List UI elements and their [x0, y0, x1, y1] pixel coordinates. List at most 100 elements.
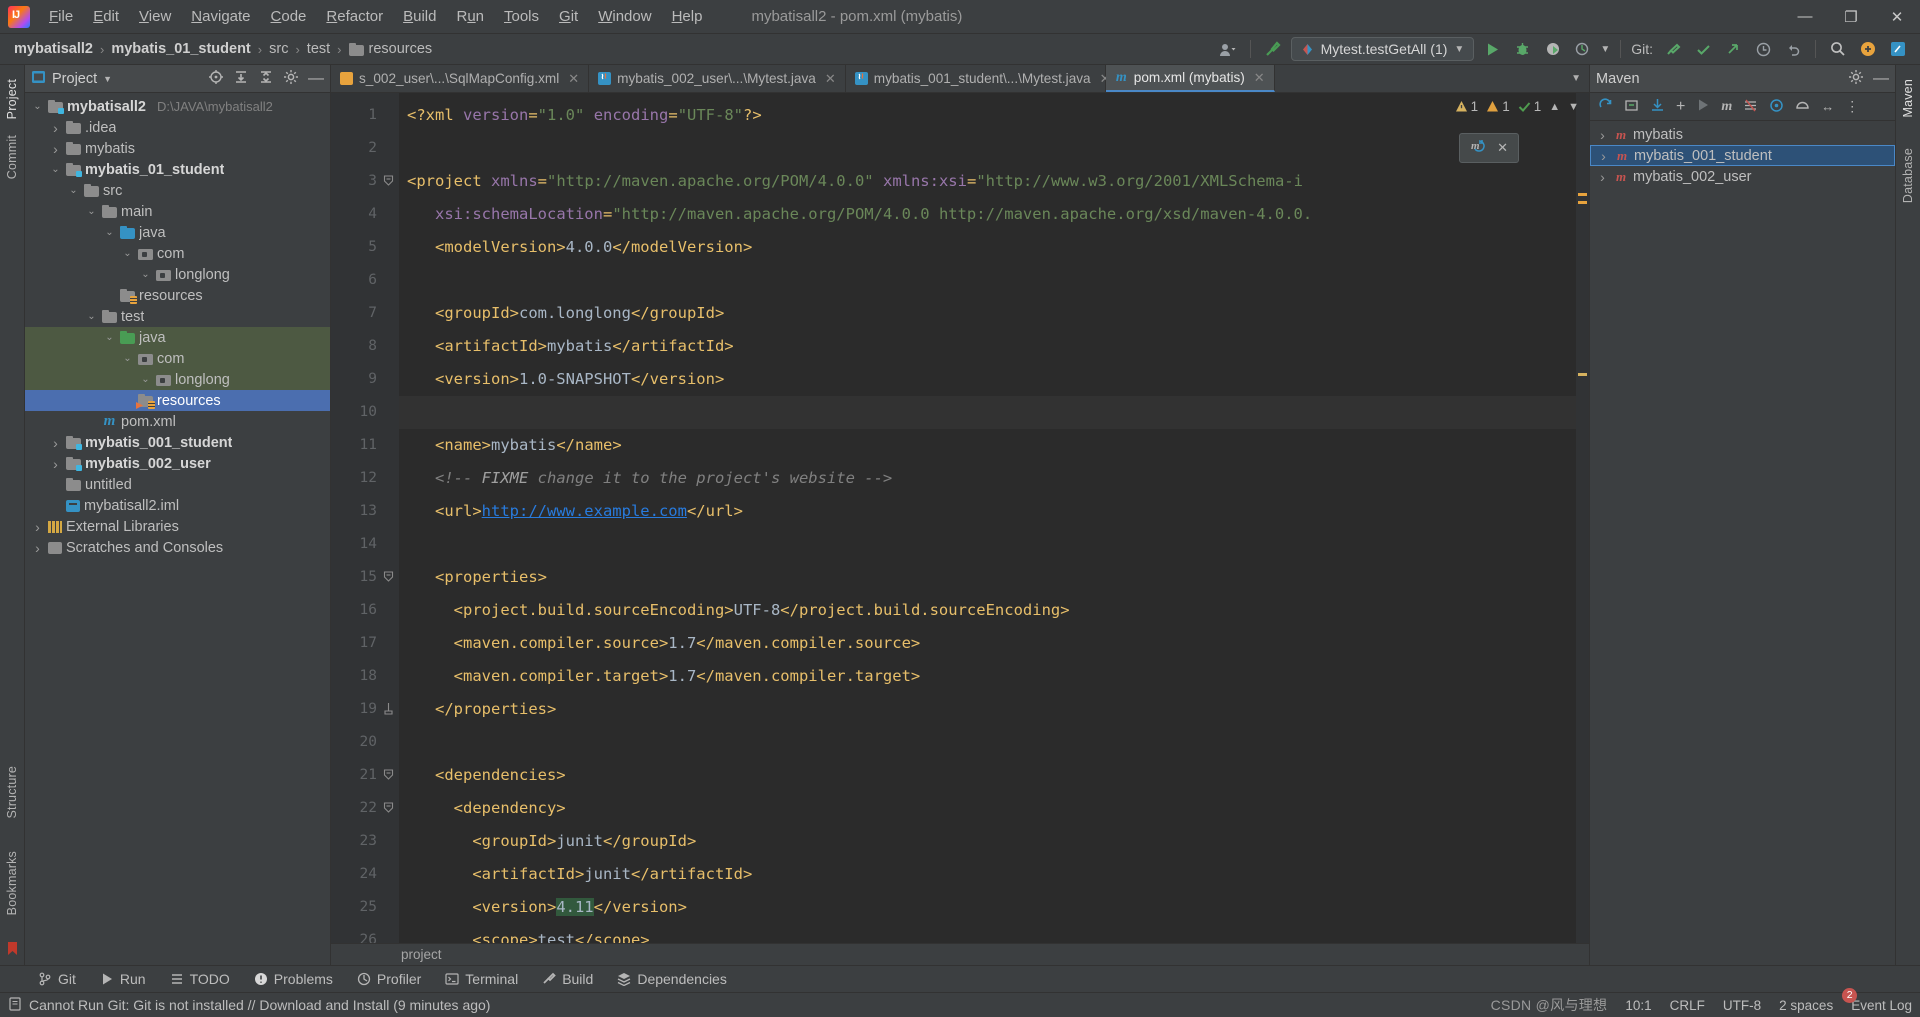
breadcrumb-item-0[interactable]: mybatisall2: [10, 39, 97, 59]
warning-badge[interactable]: 1: [1455, 99, 1478, 114]
push-icon[interactable]: [1721, 37, 1745, 61]
bookmarks-icon[interactable]: [6, 935, 19, 965]
code-line[interactable]: <project xmlns="http://maven.apache.org/…: [399, 165, 1589, 198]
code-line[interactable]: <!-- FIXME change it to the project's we…: [399, 462, 1589, 495]
tree-node-java[interactable]: ⌄ java: [25, 327, 330, 348]
rail-tab-maven[interactable]: Maven: [1899, 71, 1917, 126]
line-number[interactable]: 18: [331, 660, 399, 693]
chevron-down-icon[interactable]: ▼: [1568, 101, 1579, 113]
chevron-down-icon[interactable]: ⌄: [139, 374, 152, 385]
tool-window-git[interactable]: Git: [26, 968, 88, 990]
menu-refactor[interactable]: Refactor: [317, 5, 392, 28]
code-line[interactable]: <dependencies>: [399, 759, 1589, 792]
code-line[interactable]: <properties>: [399, 561, 1589, 594]
code-line[interactable]: <version>1.0-SNAPSHOT</version>: [399, 363, 1589, 396]
tree-node-mybatisall2[interactable]: ⌄ mybatisall2 D:\JAVA\mybatisall2: [25, 96, 330, 117]
download-sources-icon[interactable]: [1650, 98, 1665, 116]
menu-edit[interactable]: Edit: [84, 5, 128, 28]
profiler-icon[interactable]: [1570, 37, 1594, 61]
editor-tab-1[interactable]: mybatis_002_user\...\Mytest.java ✕: [589, 65, 846, 92]
fold-end-icon[interactable]: [383, 703, 395, 715]
code-editor[interactable]: 1 2 3 4 5 6 7 8 9 10 11 12 13 14 15 16 17 18 19 20 21 22 23 24 2…: [331, 93, 1589, 965]
rail-tab-database[interactable]: Database: [1899, 140, 1917, 211]
chevron-right-icon[interactable]: ›: [49, 141, 62, 157]
menu-window[interactable]: Window: [589, 5, 660, 28]
file-encoding[interactable]: UTF-8: [1723, 998, 1761, 1013]
tree-node-com[interactable]: ⌄ com: [25, 243, 330, 264]
menu-tools[interactable]: Tools: [495, 5, 548, 28]
tool-window-build[interactable]: Build: [530, 968, 605, 990]
undo-icon[interactable]: [1781, 37, 1805, 61]
code-line[interactable]: xsi:schemaLocation="http://maven.apache.…: [399, 198, 1589, 231]
tree-node-mybatisall2-iml[interactable]: mybatisall2.iml: [25, 495, 330, 516]
code-line[interactable]: <?xml version="1.0" encoding="UTF-8"?>: [399, 99, 1589, 132]
more-icon[interactable]: ⋮: [1845, 98, 1859, 115]
chevron-right-icon[interactable]: ›: [49, 435, 62, 451]
tree-node-longlong[interactable]: ⌄ longlong: [25, 369, 330, 390]
code-line[interactable]: <groupId>junit</groupId>: [399, 825, 1589, 858]
line-number[interactable]: 24: [331, 858, 399, 891]
tree-node-mybatis-002-user[interactable]: › mybatis_002_user: [25, 453, 330, 474]
line-number[interactable]: 10: [331, 396, 399, 429]
toggle-offline-icon[interactable]: [1795, 98, 1810, 116]
tree-node-longlong[interactable]: ⌄ longlong: [25, 264, 330, 285]
line-number[interactable]: 15: [331, 561, 399, 594]
chevron-down-icon[interactable]: ⌄: [103, 332, 116, 343]
line-number[interactable]: 12: [331, 462, 399, 495]
close-tab-icon[interactable]: ✕: [1254, 70, 1265, 86]
chevron-right-icon[interactable]: ›: [31, 540, 44, 556]
hide-icon[interactable]: —: [308, 70, 324, 86]
maven-reload-icon[interactable]: m: [1470, 137, 1487, 159]
close-button[interactable]: ✕: [1874, 0, 1920, 34]
line-number[interactable]: 22: [331, 792, 399, 825]
tree-node-resources[interactable]: resources: [25, 285, 330, 306]
menu-help[interactable]: Help: [663, 5, 712, 28]
code-line[interactable]: [399, 726, 1589, 759]
run-configuration-selector[interactable]: Mytest.testGetAll (1) ▼: [1290, 37, 1475, 61]
tree-node-resources[interactable]: resources: [25, 390, 330, 411]
chevron-down-icon[interactable]: ⌄: [49, 164, 62, 175]
fold-collapse-icon[interactable]: [383, 175, 395, 187]
chevron-down-icon[interactable]: ▼: [1600, 44, 1610, 55]
code-line[interactable]: <groupId>com.longlong</groupId>: [399, 297, 1589, 330]
editor-tab-bar[interactable]: s_002_user\...\SqlMapConfig.xml ✕ mybatis_…: [331, 65, 1589, 93]
code-line[interactable]: <artifactId>mybatis</artifactId>: [399, 330, 1589, 363]
run-maven-build-icon[interactable]: [1696, 98, 1710, 115]
chevron-down-icon[interactable]: ⌄: [31, 101, 44, 112]
code-line[interactable]: [399, 264, 1589, 297]
tree-node-src[interactable]: ⌄ src: [25, 180, 330, 201]
code-line[interactable]: [399, 396, 1589, 429]
toggle-skip-tests-icon[interactable]: [1743, 98, 1758, 116]
project-tree[interactable]: ⌄ mybatisall2 D:\JAVA\mybatisall2 › .idea › my…: [25, 93, 330, 965]
code-line[interactable]: <maven.compiler.source>1.7</maven.compil…: [399, 627, 1589, 660]
expand-all-icon[interactable]: [233, 69, 249, 88]
close-tab-icon[interactable]: ✕: [568, 71, 579, 87]
code-line[interactable]: <name>mybatis</name>: [399, 429, 1589, 462]
run-icon[interactable]: [1480, 37, 1504, 61]
code-line[interactable]: </properties>: [399, 693, 1589, 726]
editor-tab-3[interactable]: m pom.xml (mybatis) ✕: [1105, 65, 1275, 92]
menu-build[interactable]: Build: [394, 5, 445, 28]
maven-project-mybatis[interactable]: › m mybatis: [1590, 124, 1895, 145]
breadcrumb-item-4[interactable]: resources: [345, 39, 437, 59]
chevron-right-icon[interactable]: ›: [1596, 169, 1609, 185]
close-icon[interactable]: ✕: [1497, 140, 1508, 156]
indent-setting[interactable]: 2 spaces: [1779, 998, 1833, 1013]
line-number[interactable]: 9: [331, 363, 399, 396]
line-number-gutter[interactable]: 1 2 3 4 5 6 7 8 9 10 11 12 13 14 15 16 17 18 19 20 21 22 23 24 2…: [331, 93, 399, 965]
tree-node-main[interactable]: ⌄ main: [25, 201, 330, 222]
line-number[interactable]: 11: [331, 429, 399, 462]
tree-node-mybatis-01-student[interactable]: ⌄ mybatis_01_student: [25, 159, 330, 180]
chevron-down-icon[interactable]: ▼: [1571, 73, 1581, 84]
tree-node-mybatis-001-student[interactable]: › mybatis_001_student: [25, 432, 330, 453]
code-line[interactable]: <version>4.11</version>: [399, 891, 1589, 924]
menu-git[interactable]: Git: [550, 5, 587, 28]
code-line[interactable]: <project.build.sourceEncoding>UTF-8</pro…: [399, 594, 1589, 627]
fold-collapse-icon[interactable]: [383, 769, 395, 781]
fold-collapse-icon[interactable]: [383, 802, 395, 814]
chevron-down-icon[interactable]: ⌄: [139, 269, 152, 280]
code-line[interactable]: [399, 132, 1589, 165]
code-line[interactable]: [399, 528, 1589, 561]
code-content[interactable]: <?xml version="1.0" encoding="UTF-8"?> <…: [399, 93, 1589, 965]
rail-tab-commit[interactable]: Commit: [3, 127, 21, 187]
